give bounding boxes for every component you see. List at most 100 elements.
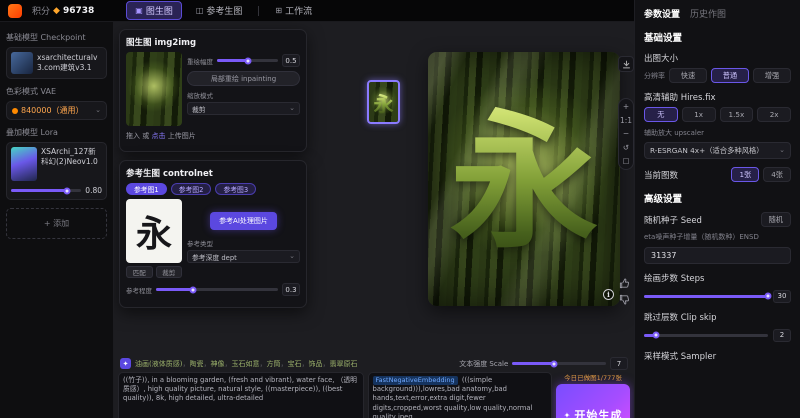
artwork-glyph: 永 <box>450 61 598 276</box>
params-sidebar: 参数设置 历史作图 基础设置 出图大小 分辨率 快速 普通 增强 高清辅助 Hi… <box>634 0 800 418</box>
count-1-button[interactable]: 1张 <box>731 167 759 182</box>
reference-tab-1[interactable]: 参考图1 <box>126 183 167 195</box>
chevron-down-icon: ⌄ <box>289 253 295 260</box>
positive-prompt-input[interactable]: ((竹子)), in a blooming garden, (fresh and… <box>118 372 364 418</box>
nav-divider <box>258 6 259 16</box>
chevron-down-icon: ⌄ <box>95 107 101 114</box>
dislike-icon[interactable] <box>619 294 630 305</box>
reference-tab-2[interactable]: 参考图2 <box>171 183 212 195</box>
keyword-tag[interactable]: 玉石如意 <box>231 359 266 369</box>
reference-strength-label: 参考程度 <box>126 285 152 295</box>
app-root: 积分 ◆ 96738 ▣ 图生图 ◫ 参考生图 ⊞ 工作流 基础模型 Check… <box>0 0 800 418</box>
source-image-thumbnail[interactable] <box>126 52 182 126</box>
viewport-toolbar: + 1:1 − ↺ ▢ <box>618 98 634 170</box>
zoom-out-icon[interactable]: − <box>623 130 629 138</box>
lora-label: 叠加模型 Lora <box>6 127 107 138</box>
canvas: 图生图 img2img 重绘幅度 0.5 局部重绘 inpainting 缩放模… <box>114 22 634 418</box>
cfg-scale-value: 7 <box>610 357 628 370</box>
download-icon <box>622 60 631 69</box>
reference-tabs: 参考图1 参考图2 参考图3 <box>126 183 300 195</box>
credits-value: 96738 <box>63 6 94 16</box>
hires-2x-button[interactable]: 2x <box>757 107 791 122</box>
seed-label: 随机种子 Seed <box>644 214 757 226</box>
keyword-tag[interactable]: 油画(液体质感) <box>135 359 189 369</box>
hires-none-button[interactable]: 无 <box>644 107 678 122</box>
resize-mode-value: 裁剪 <box>192 104 286 114</box>
prompt-magic-icon[interactable]: ✦ <box>120 358 131 369</box>
denoise-label: 重绘幅度 <box>187 56 213 66</box>
reset-view-icon[interactable]: ↺ <box>623 144 629 152</box>
preprocess-button[interactable]: 参考AI处理图片 <box>210 212 277 230</box>
tab-reference-label: 参考生图 <box>206 4 242 17</box>
steps-slider[interactable] <box>644 295 768 298</box>
keyword-tag[interactable]: 陶瓷 <box>189 359 210 369</box>
result-thumbnail-selected[interactable]: 永 <box>367 80 400 124</box>
tab-reference[interactable]: ◫ 参考生图 <box>187 1 252 20</box>
ensd-label: eta噪声种子增量（随机数种）ENSD <box>644 233 791 243</box>
generated-image[interactable]: 永 i <box>428 52 620 306</box>
hires-1x-button[interactable]: 1x <box>682 107 716 122</box>
tab-img2img-label: 图生图 <box>146 4 173 17</box>
hires-label: 高清辅助 Hires.fix <box>644 91 791 103</box>
vae-select[interactable]: 840000（通用） ⌄ <box>6 101 107 120</box>
seed-random-button[interactable]: 随机 <box>761 212 791 227</box>
match-button[interactable]: 匹配 <box>126 266 153 278</box>
hires-15x-button[interactable]: 1.5x <box>720 107 754 122</box>
crop-button[interactable]: 裁剪 <box>156 266 183 278</box>
ratio-icon[interactable]: 1:1 <box>620 117 632 125</box>
add-lora-button[interactable]: + 添加 <box>6 208 107 239</box>
tab-workflow[interactable]: ⊞ 工作流 <box>266 1 321 20</box>
checkpoint-label: 基础模型 Checkpoint <box>6 32 107 43</box>
resolution-enhance-button[interactable]: 增强 <box>753 68 791 83</box>
tab-params[interactable]: 参数设置 <box>644 7 680 20</box>
upscaler-select[interactable]: R-ESRGAN 4x+（适合多种风格） ⌄ <box>644 142 791 159</box>
fullscreen-icon[interactable]: ▢ <box>622 157 629 165</box>
upscaler-value: R-ESRGAN 4x+（适合多种风格） <box>650 146 776 156</box>
info-icon[interactable]: i <box>603 289 614 300</box>
download-button[interactable] <box>618 56 634 72</box>
reference-strength-value: 0.3 <box>282 283 300 296</box>
inpaint-button[interactable]: 局部重绘 inpainting <box>187 71 300 86</box>
credits-label: 积分 <box>32 4 50 17</box>
reference-strength-slider[interactable] <box>156 288 278 291</box>
checkpoint-card[interactable]: xsarchitecturalv3.com建筑v3.1 <box>6 47 107 79</box>
reference-image-thumbnail[interactable]: 永 <box>126 199 182 263</box>
keyword-tag[interactable]: 宝石 <box>287 359 308 369</box>
upload-click-link[interactable]: 点击 <box>151 132 165 140</box>
like-icon[interactable] <box>619 278 630 289</box>
credits[interactable]: 积分 ◆ 96738 <box>32 4 94 17</box>
count-4-button[interactable]: 4张 <box>763 167 791 182</box>
img2img-panel: 图生图 img2img 重绘幅度 0.5 局部重绘 inpainting 缩放模… <box>119 29 307 152</box>
lora-weight-slider[interactable] <box>11 189 81 192</box>
keyword-tag[interactable]: 饰品 <box>308 359 329 369</box>
zoom-in-icon[interactable]: + <box>623 103 629 111</box>
embedding-chip[interactable]: FastNegativeEmbedding <box>373 376 458 385</box>
reference-type-label: 参考类型 <box>187 238 300 248</box>
workflow-icon: ⊞ <box>275 6 282 15</box>
resize-mode-select[interactable]: 裁剪 ⌄ <box>187 102 300 115</box>
generate-button[interactable]: ✦ 开始生成 <box>556 384 630 418</box>
chevron-down-icon: ⌄ <box>779 147 785 154</box>
lora-card[interactable]: XSArchi_127新科幻(2)Neov1.0 0.80 <box>6 142 107 200</box>
vae-label: 色彩模式 VAE <box>6 86 107 97</box>
checkpoint-name: xsarchitecturalv3.com建筑v3.1 <box>37 53 102 73</box>
keyword-tag[interactable]: 翡翠原石 <box>329 359 357 369</box>
tab-img2img[interactable]: ▣ 图生图 <box>126 1 182 20</box>
clip-skip-slider[interactable] <box>644 334 768 337</box>
keyword-tag[interactable]: 神像 <box>210 359 231 369</box>
upload-hint[interactable]: 拖入 或 点击 上传图片 <box>126 131 300 141</box>
keyword-tag[interactable]: 方筒 <box>266 359 287 369</box>
tab-history[interactable]: 历史作图 <box>690 7 726 20</box>
denoise-slider[interactable] <box>217 59 278 62</box>
negative-prompt-input[interactable]: FastNegativeEmbedding (((simple backgrou… <box>368 372 552 418</box>
app-logo[interactable] <box>8 4 22 18</box>
reference-tab-3[interactable]: 参考图3 <box>215 183 256 195</box>
generate-button-label: 开始生成 <box>574 407 622 418</box>
upload-hint-text2: 上传图片 <box>168 132 196 140</box>
denoise-value: 0.5 <box>282 54 300 67</box>
ensd-input[interactable]: 31337 <box>644 247 791 264</box>
reference-type-select[interactable]: 参考深度 dept ⌄ <box>187 250 300 263</box>
resolution-normal-button[interactable]: 普通 <box>711 68 749 83</box>
resolution-fast-button[interactable]: 快速 <box>669 68 707 83</box>
cfg-scale-slider[interactable] <box>512 362 606 365</box>
